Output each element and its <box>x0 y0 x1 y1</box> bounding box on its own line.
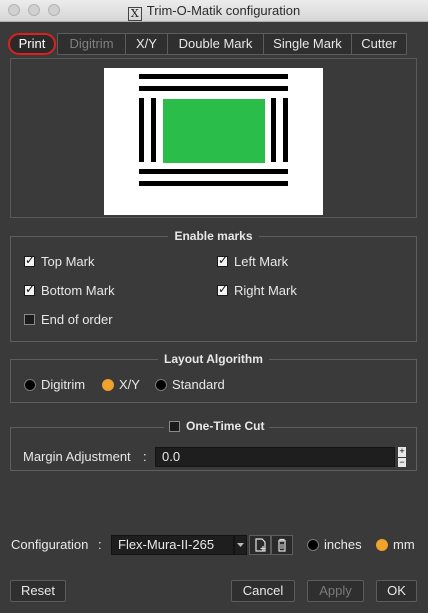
unit-mm-label: mm <box>393 537 415 552</box>
checkbox-checked-icon <box>24 253 35 267</box>
end-of-order-label: End of order <box>41 312 113 327</box>
margin-adjustment-label: Margin Adjustment <box>23 449 131 464</box>
top-mark-line <box>139 86 288 91</box>
bottom-mark-line <box>139 169 288 174</box>
tab-xy[interactable]: X/Y <box>125 33 168 55</box>
cancel-button[interactable]: Cancel <box>231 580 295 602</box>
window-title: X Trim-O-Matik configuration <box>0 3 428 21</box>
layout-xy-label: X/Y <box>119 377 140 392</box>
right-mark-line <box>283 98 288 162</box>
radio-on-icon <box>102 378 114 391</box>
bottom-mark-checkbox[interactable]: Bottom Mark <box>24 282 115 298</box>
spinner-up-icon[interactable]: + <box>398 447 406 457</box>
trash-icon <box>278 538 286 552</box>
reset-button[interactable]: Reset <box>10 580 66 602</box>
layout-standard-radio[interactable]: Standard <box>155 377 225 392</box>
radio-off-icon <box>155 378 167 391</box>
left-mark-checkbox[interactable]: Left Mark <box>217 253 289 269</box>
enable-marks-title: Enable marks <box>168 229 259 243</box>
left-mark-line <box>151 98 156 162</box>
print-area <box>163 99 265 163</box>
tab-digitrim[interactable]: Digitrim <box>57 33 126 55</box>
one-time-cut-checkbox[interactable]: One-Time Cut <box>164 419 270 433</box>
layout-digitrim-label: Digitrim <box>41 377 86 392</box>
new-configuration-button[interactable] <box>249 535 271 555</box>
checkbox-unchecked-icon <box>24 314 35 325</box>
end-of-order-checkbox[interactable]: End of order <box>24 312 113 327</box>
configuration-select[interactable]: Flex-Mura-II-265 <box>111 535 234 555</box>
tab-print[interactable]: Print <box>8 33 56 55</box>
bottom-mark-line <box>139 181 288 186</box>
layout-xy-radio[interactable]: X/Y <box>102 377 140 392</box>
radio-off-icon <box>24 378 36 391</box>
x11-logo-icon: X <box>127 7 142 21</box>
layout-standard-label: Standard <box>172 377 225 392</box>
configuration-label: Configuration <box>11 537 89 552</box>
mark-preview <box>104 68 323 215</box>
checkbox-unchecked-icon <box>169 420 180 432</box>
configuration-dropdown-button[interactable] <box>234 535 247 555</box>
left-mark-line <box>139 98 144 162</box>
apply-button[interactable]: Apply <box>307 580 364 602</box>
radio-off-icon <box>307 538 319 551</box>
top-mark-label: Top Mark <box>41 254 95 269</box>
top-mark-checkbox[interactable]: Top Mark <box>24 253 95 269</box>
unit-inches-radio[interactable]: inches <box>307 537 362 552</box>
checkbox-checked-icon <box>217 282 228 296</box>
configuration-separator: : <box>98 537 102 552</box>
right-mark-label: Right Mark <box>234 283 297 298</box>
new-document-icon <box>255 538 266 552</box>
unit-inches-label: inches <box>324 537 362 552</box>
margin-separator: : <box>143 449 147 464</box>
radio-on-icon <box>376 538 388 551</box>
spinner-down-icon[interactable]: − <box>398 458 406 467</box>
layout-algorithm-title: Layout Algorithm <box>158 352 269 366</box>
tab-double-mark[interactable]: Double Mark <box>167 33 264 55</box>
ok-button[interactable]: OK <box>376 580 417 602</box>
delete-configuration-button[interactable] <box>271 535 293 555</box>
top-mark-line <box>139 74 288 79</box>
right-mark-checkbox[interactable]: Right Mark <box>217 282 297 298</box>
title-bar: X Trim-O-Matik configuration <box>0 0 428 22</box>
margin-adjustment-input[interactable]: 0.0 <box>155 447 395 467</box>
tab-cutter[interactable]: Cutter <box>351 33 407 55</box>
one-time-cut-label: One-Time Cut <box>186 419 265 433</box>
checkbox-checked-icon <box>24 282 35 296</box>
window-title-text: Trim-O-Matik configuration <box>146 3 301 18</box>
layout-digitrim-radio[interactable]: Digitrim <box>24 377 85 392</box>
tab-single-mark[interactable]: Single Mark <box>263 33 352 55</box>
right-mark-line <box>271 98 276 162</box>
unit-mm-radio[interactable]: mm <box>376 537 415 552</box>
left-mark-label: Left Mark <box>234 254 289 269</box>
checkbox-checked-icon <box>217 253 228 267</box>
chevron-down-icon <box>237 543 244 547</box>
bottom-mark-label: Bottom Mark <box>41 283 115 298</box>
